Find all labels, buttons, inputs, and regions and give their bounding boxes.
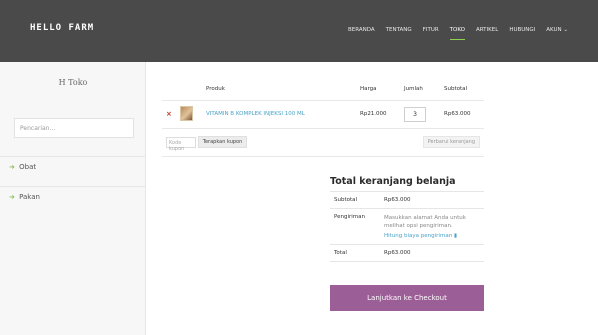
- arrow-right-icon: ➜: [9, 193, 15, 201]
- nav-fitur[interactable]: FITUR: [423, 27, 439, 40]
- cart-header-row: Produk Harga Jumlah Subtotal: [162, 78, 484, 101]
- nav-akun-dropdown[interactable]: AKUN ⌄: [546, 27, 568, 40]
- item-price: Rp21.000: [356, 100, 400, 129]
- subtotal-label: Subtotal: [330, 191, 380, 209]
- update-cart-button[interactable]: Perbarui keranjang: [422, 136, 480, 148]
- arrow-right-icon: ➜: [9, 163, 15, 171]
- sidebar-item-label: Obat: [19, 163, 37, 171]
- total-row: Total Rp63.000: [330, 244, 484, 262]
- shipping-label: Pengiriman: [330, 208, 380, 245]
- nav-beranda[interactable]: BERANDA: [348, 27, 375, 40]
- brand-logo[interactable]: HELLO FARM: [30, 23, 94, 33]
- truck-icon[interactable]: ▮: [454, 233, 457, 239]
- shop-sidebar: H Toko Pencarian... ➜ Obat ➜ Pakan: [0, 62, 146, 335]
- cart-totals-title: Total keranjang belanja: [330, 176, 456, 187]
- calculate-shipping-link[interactable]: Hitung biaya pengiriman: [384, 233, 452, 239]
- coupon-row: Kode kupon Terapkan kupon Perbarui keran…: [162, 128, 484, 157]
- product-thumbnail-icon[interactable]: [180, 105, 193, 121]
- subtotal-value: Rp63.000: [380, 191, 484, 209]
- cart-totals-table: Subtotal Rp63.000 Pengiriman Masukkan al…: [330, 191, 484, 262]
- shipping-row: Pengiriman Masukkan alamat Anda untuk me…: [330, 208, 484, 245]
- sidebar-item-pakan[interactable]: ➜ Pakan: [0, 186, 146, 206]
- total-value: Rp63.000: [380, 244, 484, 262]
- header-quantity: Jumlah: [400, 78, 440, 101]
- header-product: Produk: [202, 78, 356, 101]
- top-navbar: HELLO FARM BERANDA TENTANG FITUR TOKO AR…: [0, 0, 598, 62]
- shipping-text: Masukkan alamat Anda untuk melihat opsi …: [384, 215, 466, 229]
- header-price: Harga: [356, 78, 400, 101]
- header-subtotal: Subtotal: [440, 78, 484, 101]
- main-nav: BERANDA TENTANG FITUR TOKO ARTIKEL HUBUN…: [348, 27, 568, 40]
- nav-hubungi[interactable]: HUBUNGI: [509, 27, 535, 40]
- subtotal-row: Subtotal Rp63.000: [330, 191, 484, 209]
- sidebar-item-label: Pakan: [19, 193, 40, 201]
- item-subtotal: Rp63.000: [440, 100, 484, 129]
- apply-coupon-button[interactable]: Terapkan kupon: [197, 136, 248, 148]
- checkout-button[interactable]: Lanjutkan ke Checkout: [330, 285, 484, 311]
- header-remove: [162, 78, 176, 101]
- total-label: Total: [330, 244, 380, 262]
- quantity-input[interactable]: 3: [404, 106, 426, 122]
- cart-table: Produk Harga Jumlah Subtotal × VITAMIN B…: [162, 78, 484, 157]
- sidebar-item-obat[interactable]: ➜ Obat: [0, 156, 146, 176]
- nav-toko[interactable]: TOKO: [449, 27, 465, 40]
- remove-item-icon[interactable]: ×: [166, 110, 172, 118]
- nav-artikel[interactable]: ARTIKEL: [476, 27, 498, 40]
- nav-tentang[interactable]: TENTANG: [386, 27, 412, 40]
- search-input[interactable]: Pencarian...: [14, 118, 134, 138]
- product-name-link[interactable]: VITAMIN B KOMPLEK INJEKSI 100 ML: [206, 111, 305, 117]
- coupon-code-input[interactable]: Kode kupon: [166, 136, 196, 152]
- cart-item-row: × VITAMIN B KOMPLEK INJEKSI 100 ML Rp21.…: [162, 100, 484, 129]
- sidebar-title: H Toko: [58, 78, 88, 87]
- header-thumb: [176, 78, 202, 101]
